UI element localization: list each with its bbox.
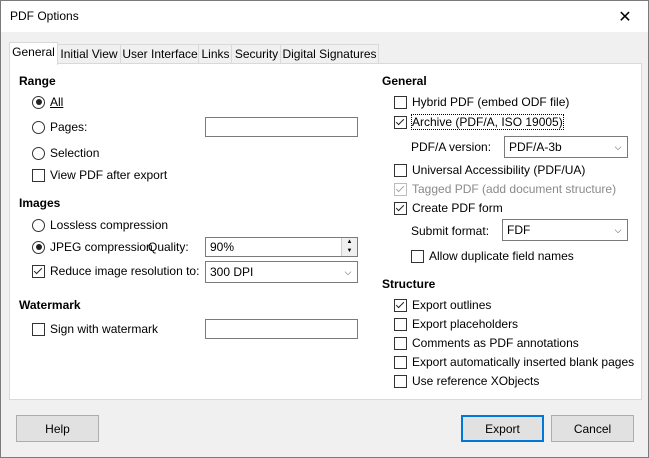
hybrid-pdf-option[interactable]: Hybrid PDF (embed ODF file) <box>394 93 569 111</box>
create-form-label: Create PDF form <box>412 201 503 215</box>
checkbox-reduce-resolution[interactable] <box>32 264 45 278</box>
range-heading: Range <box>19 74 56 88</box>
sign-watermark-label: Sign with watermark <box>50 322 159 336</box>
pdfa-version-value: PDF/A-3b <box>509 140 562 154</box>
spin-up-icon[interactable]: ▲ <box>342 238 357 247</box>
general-heading: General <box>382 74 427 88</box>
allow-duplicate-option[interactable]: Allow duplicate field names <box>411 247 574 265</box>
pdfa-version-row: PDF/A version: <box>411 138 491 156</box>
reduce-resolution-option[interactable]: Reduce image resolution to: <box>32 262 199 280</box>
general-tab-panel: Range All Pages: Selection View PDF afte… <box>9 63 642 400</box>
comments-label: Comments as PDF annotations <box>412 336 579 350</box>
comments-option[interactable]: Comments as PDF annotations <box>394 334 579 352</box>
jpeg-label: JPEG compression <box>50 240 153 254</box>
checkbox-xobjects[interactable] <box>394 374 407 388</box>
checkbox-allow-duplicate[interactable] <box>411 249 424 263</box>
quality-label: Quality: <box>148 240 189 254</box>
checkbox-tagged-pdf <box>394 182 407 196</box>
radio-jpeg[interactable] <box>32 240 45 254</box>
checkbox-export-placeholders[interactable] <box>394 317 407 331</box>
chevron-down-icon: ⌵ <box>344 266 352 277</box>
submit-format-label: Submit format: <box>411 224 490 238</box>
close-icon[interactable]: ✕ <box>602 1 648 32</box>
tab-digital-signatures[interactable]: Digital Signatures <box>280 44 379 64</box>
cancel-button[interactable]: Cancel <box>551 415 634 442</box>
submit-format-value: FDF <box>507 223 531 237</box>
jpeg-option[interactable]: JPEG compression <box>32 238 153 256</box>
view-pdf-label: View PDF after export <box>50 168 168 182</box>
lossless-option[interactable]: Lossless compression <box>32 216 168 234</box>
checkbox-hybrid-pdf[interactable] <box>394 95 407 109</box>
range-all-label: All <box>50 95 64 109</box>
images-heading: Images <box>19 196 61 210</box>
export-outlines-option[interactable]: Export outlines <box>394 296 491 314</box>
checkbox-blank-pages[interactable] <box>394 355 407 369</box>
blank-pages-option[interactable]: Export automatically inserted blank page… <box>394 353 634 371</box>
sign-watermark-option[interactable]: Sign with watermark <box>32 320 158 338</box>
checkbox-create-form[interactable] <box>394 201 407 215</box>
blank-pages-label: Export automatically inserted blank page… <box>412 355 635 369</box>
checkbox-universal-accessibility[interactable] <box>394 163 407 177</box>
pdfa-version-label: PDF/A version: <box>411 140 492 154</box>
chevron-down-icon: ⌵ <box>614 224 622 235</box>
resolution-value: 300 DPI <box>210 265 254 279</box>
submit-format-row: Submit format: <box>411 222 489 240</box>
tab-links[interactable]: Links <box>198 44 233 64</box>
radio-pages[interactable] <box>32 120 45 134</box>
window-title: PDF Options <box>10 9 79 23</box>
tab-general[interactable]: General <box>9 42 58 65</box>
title-bar: PDF Options ✕ <box>1 1 648 32</box>
range-selection-label: Selection <box>50 146 100 160</box>
archive-label: Archive (PDF/A, ISO 19005) <box>411 114 564 130</box>
range-all-option[interactable]: All <box>32 93 63 111</box>
export-outlines-label: Export outlines <box>412 298 492 312</box>
tab-initial-view[interactable]: Initial View <box>56 44 122 64</box>
checkbox-comments[interactable] <box>394 336 407 350</box>
radio-selection[interactable] <box>32 146 45 160</box>
radio-all[interactable] <box>32 95 45 109</box>
help-button[interactable]: Help <box>16 415 99 442</box>
hybrid-pdf-label: Hybrid PDF (embed ODF file) <box>412 95 570 109</box>
quality-spin-field[interactable]: 90% ▲ ▼ <box>205 237 358 257</box>
xobjects-label: Use reference XObjects <box>412 374 540 388</box>
radio-lossless[interactable] <box>32 218 45 232</box>
checkbox-archive[interactable] <box>394 115 407 129</box>
view-pdf-option[interactable]: View PDF after export <box>32 166 167 184</box>
quality-label-row: Quality: <box>148 238 189 256</box>
spin-down-icon[interactable]: ▼ <box>342 247 357 256</box>
universal-accessibility-label: Universal Accessibility (PDF/UA) <box>412 163 586 177</box>
watermark-input[interactable] <box>205 319 358 339</box>
chevron-down-icon: ⌵ <box>614 141 622 152</box>
create-form-option[interactable]: Create PDF form <box>394 199 503 217</box>
reduce-resolution-label: Reduce image resolution to: <box>50 264 200 278</box>
tab-user-interface[interactable]: User Interface <box>120 44 200 64</box>
universal-accessibility-option[interactable]: Universal Accessibility (PDF/UA) <box>394 161 585 179</box>
watermark-heading: Watermark <box>19 298 81 312</box>
allow-duplicate-label: Allow duplicate field names <box>429 249 574 263</box>
pdf-options-dialog: PDF Options ✕ General Initial View User … <box>0 0 649 458</box>
pdfa-version-dropdown[interactable]: PDF/A-3b ⌵ <box>504 136 628 158</box>
resolution-dropdown[interactable]: 300 DPI ⌵ <box>205 261 358 283</box>
range-pages-option[interactable]: Pages: <box>32 118 87 136</box>
tab-security[interactable]: Security <box>231 44 282 64</box>
checkbox-sign-watermark[interactable] <box>32 322 45 336</box>
pages-input[interactable] <box>205 117 358 137</box>
archive-option[interactable]: Archive (PDF/A, ISO 19005) <box>394 113 564 131</box>
range-selection-option[interactable]: Selection <box>32 144 99 162</box>
tagged-pdf-option: Tagged PDF (add document structure) <box>394 180 616 198</box>
export-button[interactable]: Export <box>461 415 544 442</box>
lossless-label: Lossless compression <box>50 218 169 232</box>
xobjects-option[interactable]: Use reference XObjects <box>394 372 539 390</box>
quality-value: 90% <box>210 240 235 254</box>
export-placeholders-option[interactable]: Export placeholders <box>394 315 518 333</box>
submit-format-dropdown[interactable]: FDF ⌵ <box>502 219 628 241</box>
range-pages-label: Pages: <box>50 120 88 134</box>
structure-heading: Structure <box>382 277 436 291</box>
quality-spinner[interactable]: ▲ ▼ <box>341 238 357 256</box>
export-placeholders-label: Export placeholders <box>412 317 519 331</box>
tagged-pdf-label: Tagged PDF (add document structure) <box>412 182 617 196</box>
checkbox-view-pdf[interactable] <box>32 168 45 182</box>
checkbox-export-outlines[interactable] <box>394 298 407 312</box>
